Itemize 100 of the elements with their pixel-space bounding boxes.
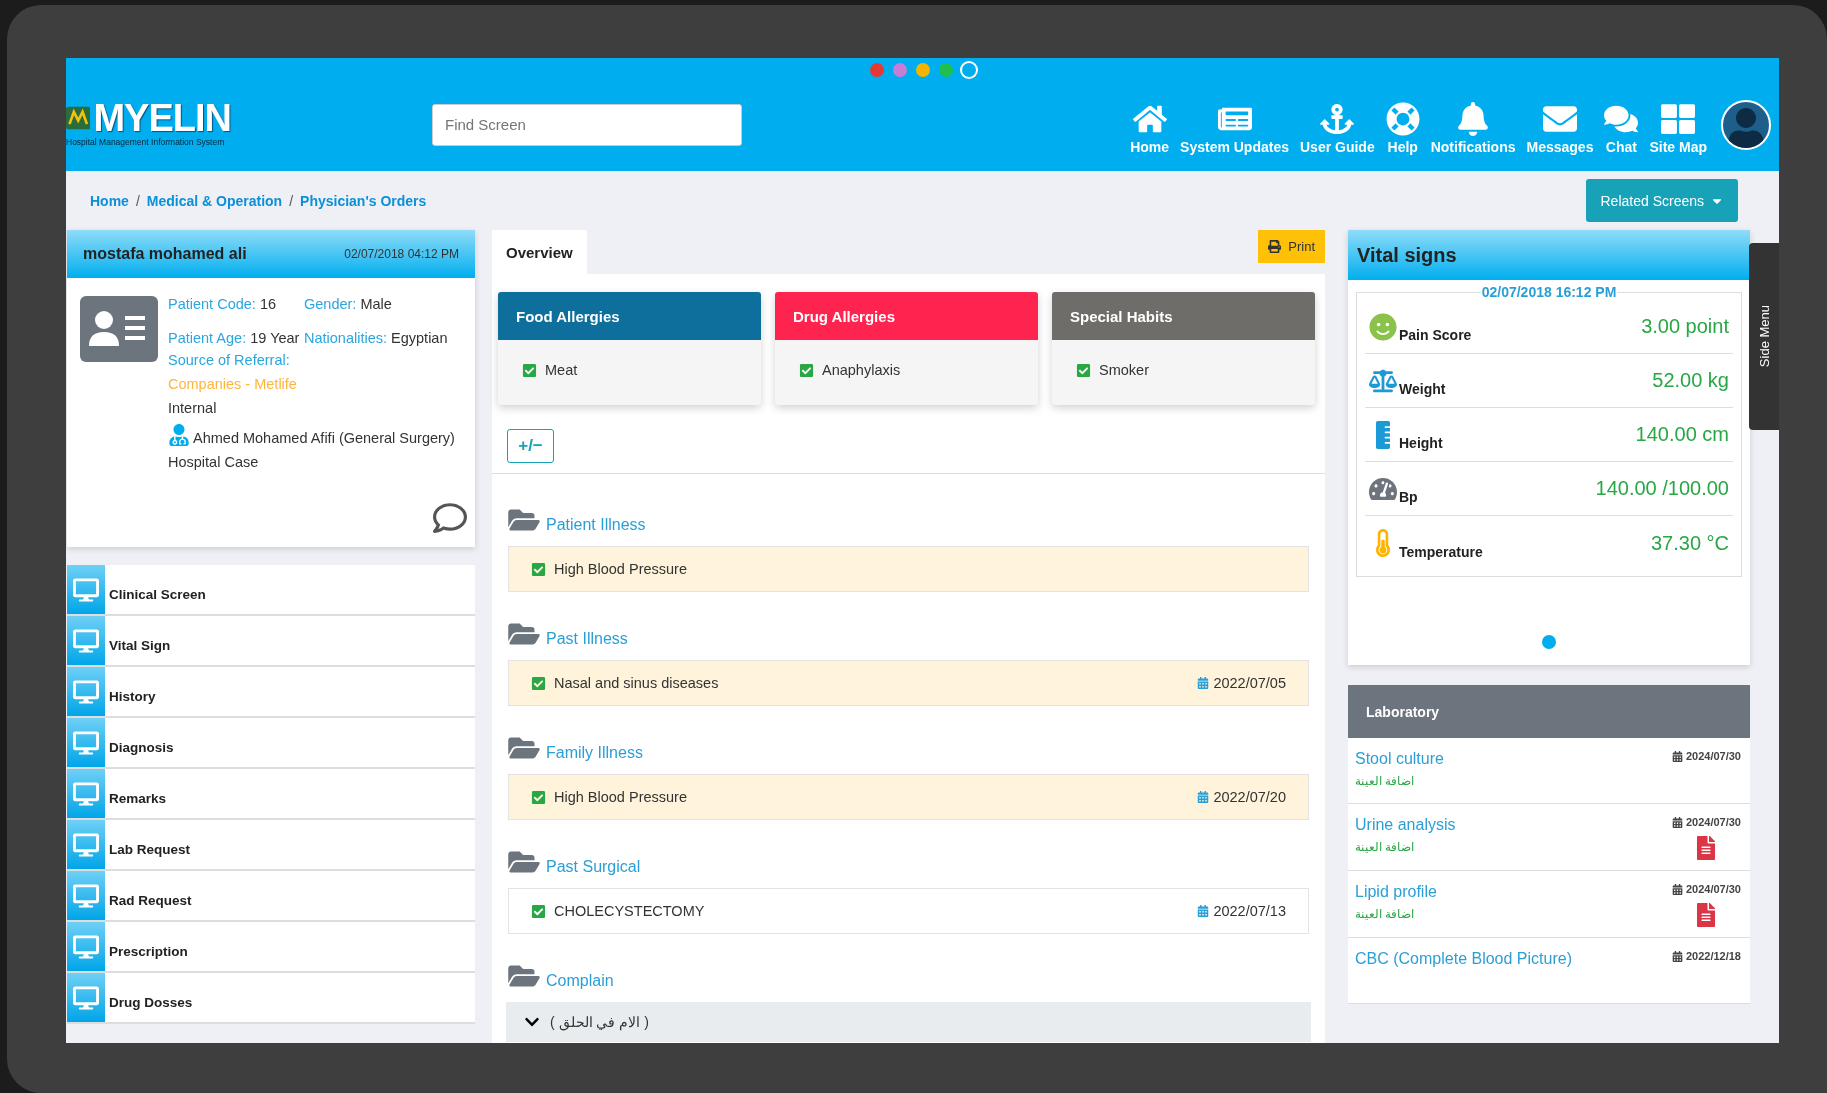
lab-date: 2022/12/18 [1685, 950, 1741, 962]
logo-icon [66, 104, 91, 131]
nav-button[interactable]: Notifications [1430, 102, 1516, 155]
section-title: Patient Illness [546, 516, 646, 534]
sidebar-item[interactable]: History [67, 667, 475, 718]
checkbox[interactable] [531, 903, 546, 919]
section-title: Complain [546, 972, 614, 990]
checkbox[interactable] [531, 789, 546, 805]
lab-date: 2024/07/30 [1685, 816, 1741, 828]
vital-label: Temperature [1399, 544, 1483, 562]
item-date: 2022/07/13 [1213, 903, 1286, 919]
breadcrumb-link[interactable]: Physician's Orders [300, 192, 427, 209]
patient-name: mostafa mohamed ali [83, 245, 247, 263]
lab-test-link[interactable]: Stool culture [1355, 750, 1444, 768]
lab-date: 2024/07/30 [1685, 883, 1741, 895]
breadcrumb-separator: / [289, 192, 294, 209]
theme-dot[interactable] [938, 63, 953, 77]
expand-collapse-button[interactable]: +/− [507, 429, 554, 463]
monitor-icon [73, 729, 99, 756]
lab-test-link[interactable]: Urine analysis [1355, 816, 1456, 834]
nav-button[interactable]: Messages [1526, 102, 1594, 155]
nav-button[interactable]: Help [1385, 102, 1420, 155]
item-date: 2022/07/05 [1213, 675, 1286, 691]
logo-title: MYELIN [93, 98, 231, 137]
breadcrumb-link[interactable]: Medical & Operation [146, 192, 283, 209]
comment-icon[interactable] [433, 501, 467, 535]
theme-dot[interactable] [892, 63, 907, 77]
sidebar-item[interactable]: Lab Request [67, 820, 475, 871]
bell-icon [1456, 102, 1491, 136]
sidebar-item[interactable]: Rad Request [67, 871, 475, 922]
carousel-dot[interactable] [1542, 635, 1556, 649]
sidebar-item[interactable]: Drug Dosses [67, 973, 475, 1024]
calendar-icon [1197, 677, 1210, 689]
nav-button[interactable]: Chat [1604, 102, 1639, 155]
search-field[interactable]: Find Screen [432, 103, 742, 146]
nav-button[interactable]: Home [1130, 102, 1170, 155]
checkbox[interactable] [1076, 362, 1091, 378]
calendar-icon [1671, 883, 1683, 895]
lab-date: 2024/07/30 [1685, 750, 1741, 762]
patient-field: Patient Code: 16 [168, 296, 304, 312]
panel-title: Laboratory [1348, 685, 1750, 738]
item-text: CHOLECYSTECTOMY [554, 903, 705, 919]
calendar-icon [1671, 750, 1683, 762]
related-screens-button[interactable]: Related Screens [1586, 179, 1738, 222]
monitor-icon [73, 627, 99, 654]
lab-status: اضافة العينة [1355, 907, 1415, 921]
doctor-name: Ahmed Mohamed Afifi (General Surgery) [193, 430, 455, 446]
accordion-header[interactable]: ( الام في الحلق ) [506, 1002, 1311, 1042]
monitor-icon [73, 882, 99, 909]
logo-subtitle: Hospital Management Information System [66, 136, 226, 147]
sidebar-item[interactable]: Prescription [67, 922, 475, 973]
nav-button[interactable]: User Guide [1300, 102, 1375, 155]
lab-test-link[interactable]: CBC (Complete Blood Picture) [1355, 950, 1572, 968]
checkbox[interactable] [531, 675, 546, 691]
theme-dot[interactable] [915, 63, 930, 77]
theme-dot[interactable] [869, 63, 884, 77]
section-title: Past Illness [546, 630, 628, 648]
calendar-icon [1671, 950, 1683, 962]
theme-dot[interactable] [961, 63, 976, 77]
monitor-icon [73, 933, 99, 960]
case-type: Hospital Case [168, 454, 260, 470]
section-title: Family Illness [546, 744, 643, 762]
user-avatar[interactable] [1721, 99, 1771, 150]
patient-field: Gender: Male [304, 296, 455, 312]
vitals-datetime: 02/07/2018 16:12 PM [1480, 284, 1618, 300]
nav-button[interactable]: System Updates [1180, 102, 1289, 155]
item-text: Meat [545, 362, 578, 378]
item-text: High Blood Pressure [554, 561, 687, 577]
sidebar-item[interactable]: Vital Sign [67, 616, 475, 667]
tab[interactable]: Overview [492, 230, 587, 274]
lifebuoy-icon [1385, 102, 1420, 136]
vital-value: 52.00 kg [1652, 369, 1729, 392]
lab-status: اضافة العينة [1355, 774, 1415, 788]
print-button[interactable]: Print [1258, 230, 1325, 263]
sidebar-item[interactable]: Clinical Screen [67, 565, 475, 616]
side-menu-tab[interactable]: Side Menu [1749, 243, 1779, 430]
referral-value: Companies - Metlife [168, 376, 298, 392]
vital-label: Weight [1399, 381, 1446, 399]
referral-type: Internal [168, 400, 218, 416]
vital-value: 140.00 cm [1635, 423, 1729, 446]
item-text: Smoker [1099, 362, 1149, 378]
card-header: Special Habits [1052, 292, 1315, 340]
nav-button[interactable]: Site Map [1649, 102, 1707, 155]
sidebar-item[interactable]: Diagnosis [67, 718, 475, 769]
breadcrumb-link[interactable]: Home [90, 192, 129, 209]
smiley-face-icon [1369, 312, 1397, 341]
printer-icon [1268, 240, 1282, 253]
monitor-icon [73, 780, 99, 807]
calendar-icon [1671, 816, 1683, 828]
item-text: Nasal and sinus diseases [554, 675, 719, 691]
vital-value: 140.00 /100.00 [1595, 477, 1729, 500]
checkbox[interactable] [531, 561, 546, 577]
sidebar-item[interactable]: Remarks [67, 769, 475, 820]
checkbox[interactable] [522, 362, 537, 378]
id-card-icon [80, 296, 158, 362]
lab-test-link[interactable]: Lipid profile [1355, 883, 1437, 901]
checkbox[interactable] [799, 362, 814, 378]
panel-title: Vital signs [1348, 230, 1750, 280]
patient-datetime: 02/07/2018 04:12 PM [344, 247, 459, 261]
section-title: Past Surgical [546, 858, 641, 876]
